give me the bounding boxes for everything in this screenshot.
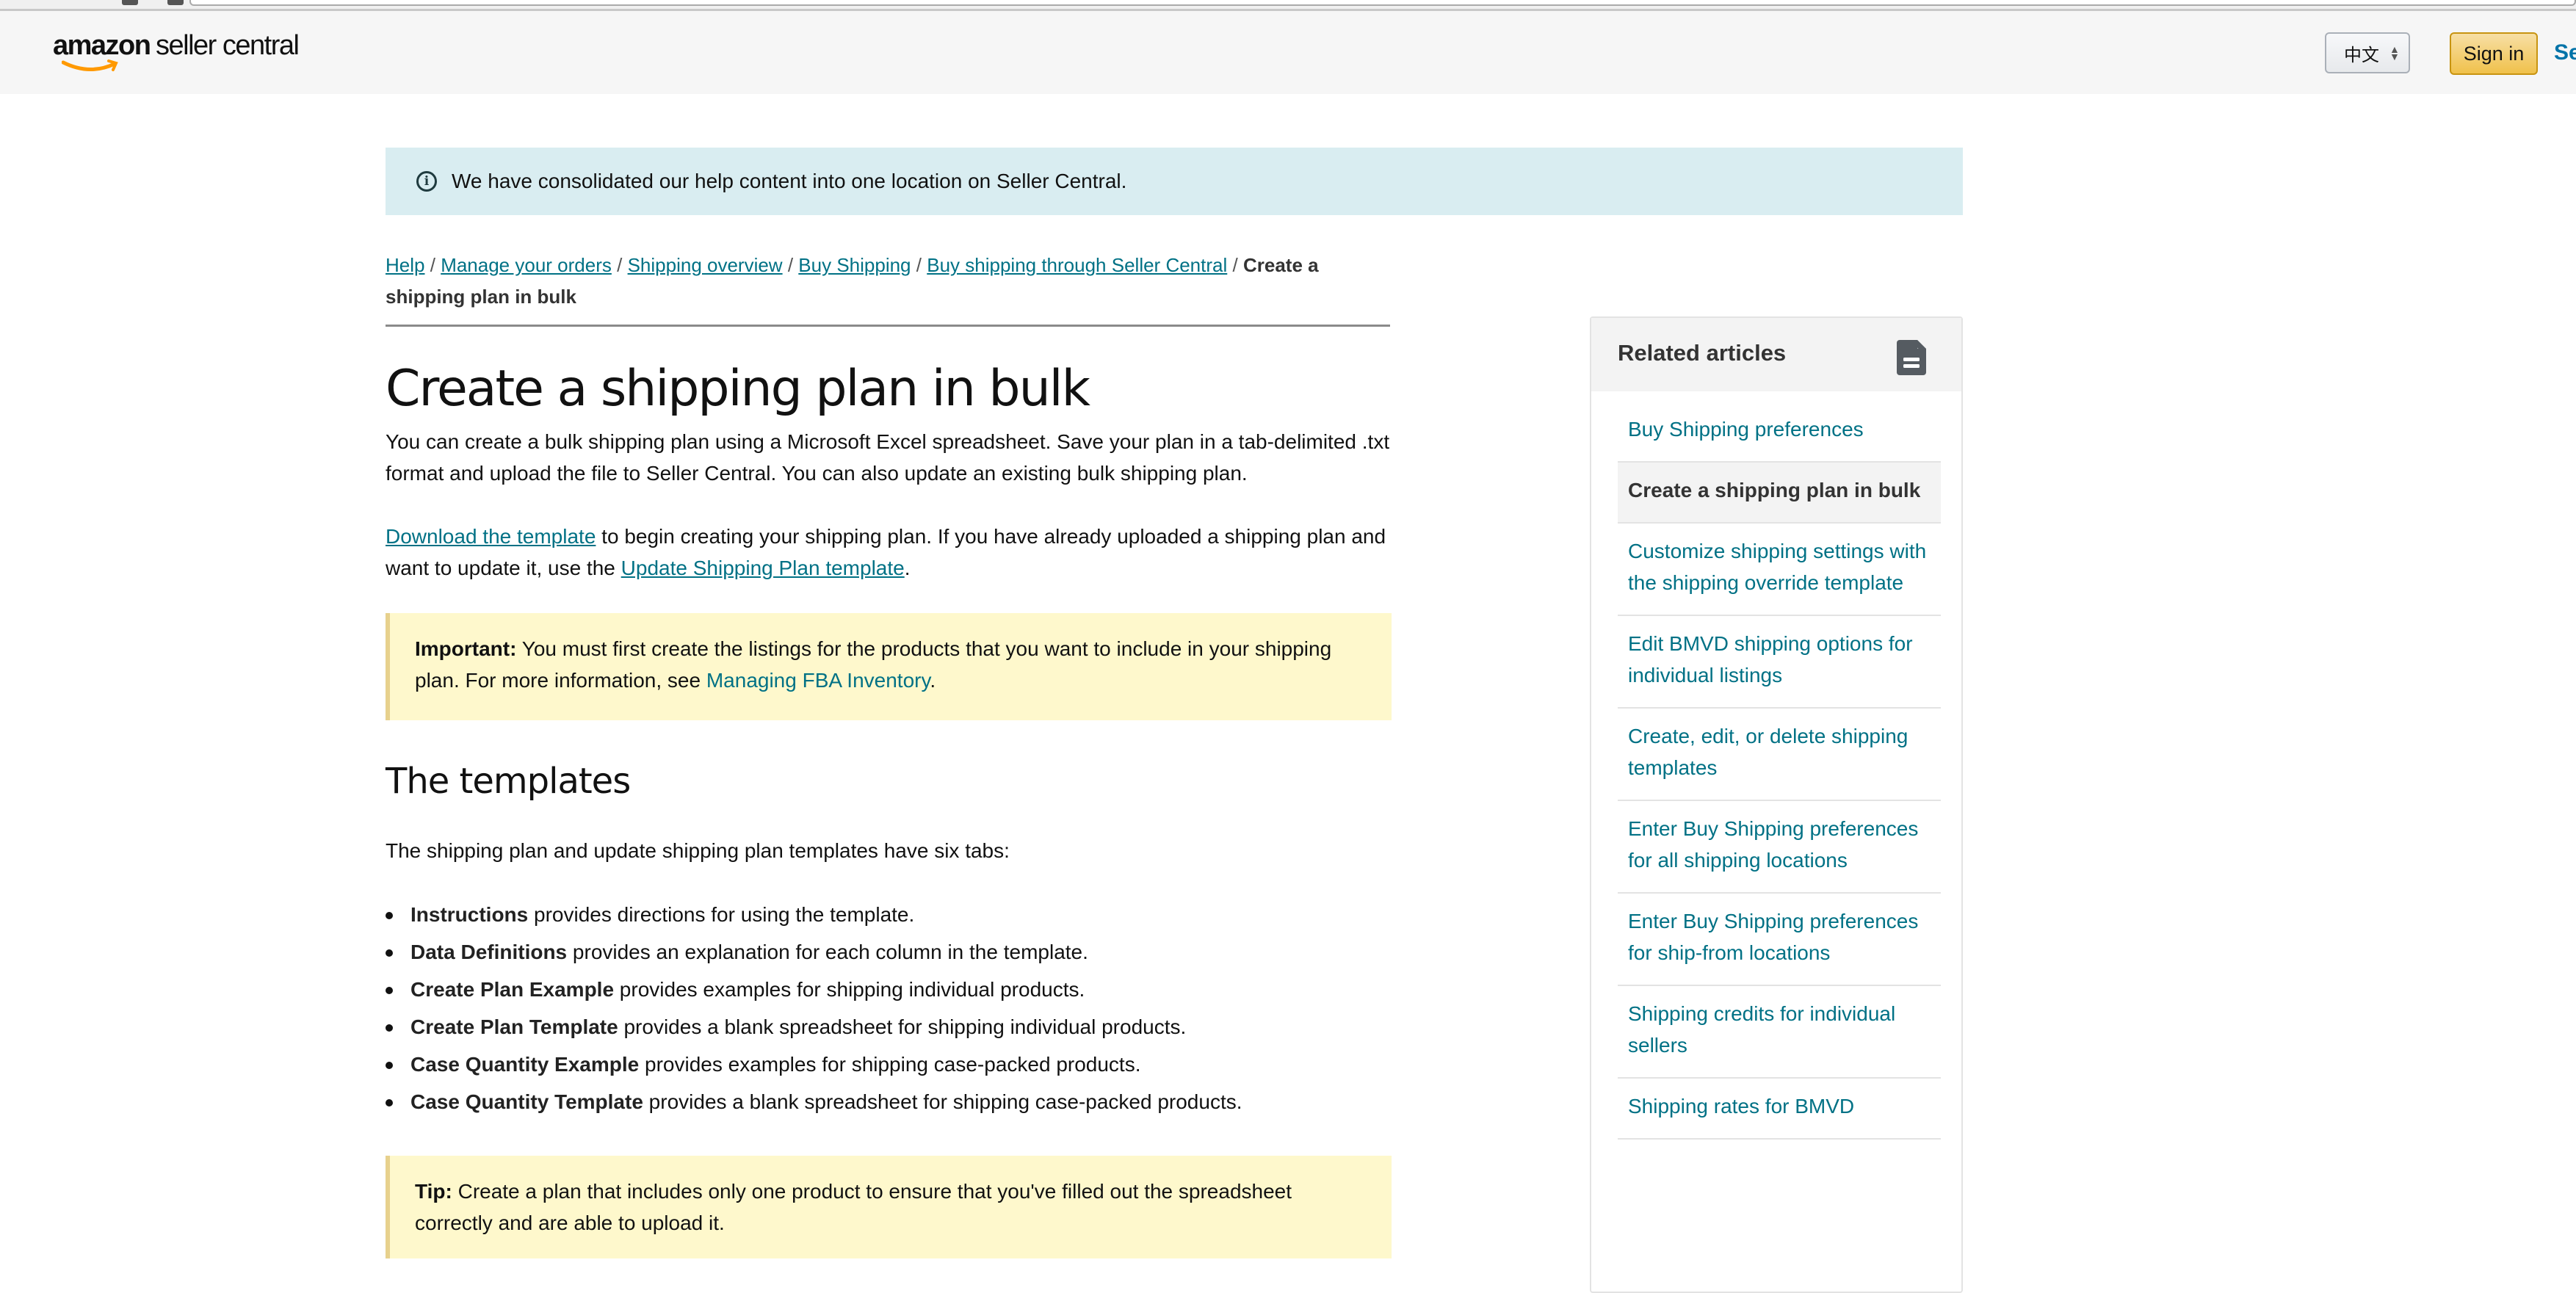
related-articles-title: Related articles: [1618, 340, 1787, 366]
related-article-link[interactable]: Customize shipping settings with the shi…: [1618, 524, 1941, 616]
language-select[interactable]: 中文 ▲ ▼: [2325, 32, 2410, 73]
tip-text: Create a plan that includes only one pro…: [415, 1180, 1292, 1234]
tab-desc: provides examples for shipping individua…: [614, 978, 1085, 1001]
breadcrumb-separator: /: [1232, 254, 1238, 276]
related-articles-list: Buy Shipping preferences Create a shippi…: [1618, 413, 1941, 1140]
banner-text: We have consolidated our help content in…: [452, 170, 1127, 192]
logo-brand: amazon: [53, 30, 151, 61]
intro-paragraph: You can create a bulk shipping plan usin…: [386, 430, 1390, 485]
breadcrumb-shipping-overview[interactable]: Shipping overview: [628, 254, 783, 276]
related-article-link[interactable]: Shipping credits for individual sellers: [1618, 986, 1941, 1079]
breadcrumb-buy-shipping-seller-central[interactable]: Buy shipping through Seller Central: [927, 254, 1227, 276]
article-content: Create a shipping plan in bulk You can c…: [386, 352, 1392, 1258]
important-note: Important: You must first create the lis…: [386, 613, 1392, 720]
tip-note: Tip: Create a plan that includes only on…: [386, 1156, 1392, 1258]
templates-heading: The templates: [386, 761, 631, 802]
list-item: Case Quantity Template provides a blank …: [386, 1083, 1392, 1120]
tab-desc: provides a blank spreadsheet for shippin…: [643, 1090, 1242, 1113]
tab-desc: provides directions for using the templa…: [528, 903, 915, 926]
page-title: Create a shipping plan in bulk: [386, 360, 1090, 418]
tab-desc: provides examples for shipping case-pack…: [639, 1053, 1141, 1076]
breadcrumb-buy-shipping[interactable]: Buy Shipping: [798, 254, 911, 276]
list-item: Instructions provides directions for usi…: [386, 896, 1392, 933]
breadcrumb-divider: [386, 325, 1390, 327]
logo-product: seller central: [156, 30, 300, 61]
template-tabs-list: Instructions provides directions for usi…: [386, 896, 1392, 1120]
list-item: Case Quantity Example provides examples …: [386, 1046, 1392, 1083]
related-articles-header: Related articles: [1591, 318, 1961, 391]
consolidation-banner: i We have consolidated our help content …: [386, 148, 1963, 215]
download-text-end: .: [904, 557, 911, 579]
browser-chrome-strip: [0, 0, 2576, 11]
browser-tab-icon[interactable]: [167, 0, 184, 5]
browser-tab-icon[interactable]: [122, 0, 138, 5]
select-arrows-icon: ▲ ▼: [2389, 43, 2400, 62]
sign-in-button[interactable]: Sign in: [2450, 32, 2538, 75]
related-article-link[interactable]: Enter Buy Shipping preferences for ship-…: [1618, 894, 1941, 986]
tab-name: Create Plan Template: [410, 1015, 618, 1038]
sign-up-link[interactable]: Se: [2554, 40, 2576, 65]
breadcrumb: Help / Manage your orders / Shipping ove…: [386, 250, 1392, 313]
info-icon: i: [416, 171, 437, 192]
document-icon: [1897, 340, 1926, 375]
breadcrumb-separator: /: [617, 254, 623, 276]
tab-desc: provides a blank spreadsheet for shippin…: [618, 1015, 1187, 1038]
related-article-link-active[interactable]: Create a shipping plan in bulk: [1618, 463, 1941, 524]
tab-name: Instructions: [410, 903, 529, 926]
address-bar[interactable]: [189, 0, 2576, 6]
related-article-link[interactable]: Create, edit, or delete shipping templat…: [1618, 709, 1941, 801]
list-item: Create Plan Example provides examples fo…: [386, 971, 1392, 1008]
download-template-link[interactable]: Download the template: [386, 525, 596, 548]
tip-label: Tip:: [415, 1180, 452, 1203]
tab-desc: provides an explanation for each column …: [567, 941, 1088, 963]
tab-name: Case Quantity Template: [410, 1090, 643, 1113]
related-articles-panel: Related articles Buy Shipping preference…: [1590, 316, 1963, 1293]
related-article-link[interactable]: Enter Buy Shipping preferences for all s…: [1618, 801, 1941, 894]
breadcrumb-separator: /: [430, 254, 435, 276]
managing-fba-inventory-link[interactable]: Managing FBA Inventory: [706, 669, 930, 692]
tab-name: Data Definitions: [410, 941, 568, 963]
breadcrumb-manage-orders[interactable]: Manage your orders: [441, 254, 612, 276]
breadcrumb-help[interactable]: Help: [386, 254, 424, 276]
important-label: Important:: [415, 637, 517, 660]
language-select-value: 中文: [2344, 45, 2379, 65]
related-article-link[interactable]: Edit BMVD shipping options for individua…: [1618, 616, 1941, 709]
download-paragraph: Download the template to begin creating …: [386, 521, 1392, 584]
list-item: Create Plan Template provides a blank sp…: [386, 1008, 1392, 1046]
tab-name: Create Plan Example: [410, 978, 615, 1001]
important-text-end: .: [930, 669, 936, 692]
site-header: amazon seller central 中文 ▲ ▼ Sign in Se: [0, 11, 2576, 94]
tab-name: Case Quantity Example: [410, 1053, 640, 1076]
templates-intro: The shipping plan and update shipping pl…: [386, 839, 1010, 862]
related-article-link[interactable]: Shipping rates for BMVD: [1618, 1079, 1941, 1140]
breadcrumb-separator: /: [787, 254, 794, 276]
related-article-link[interactable]: Buy Shipping preferences: [1618, 413, 1941, 463]
update-shipping-plan-template-link[interactable]: Update Shipping Plan template: [621, 557, 905, 579]
breadcrumb-separator: /: [916, 254, 922, 276]
amazon-smile-icon: [62, 59, 118, 72]
list-item: Data Definitions provides an explanation…: [386, 933, 1392, 971]
